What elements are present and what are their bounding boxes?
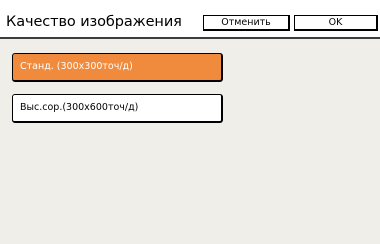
page-title: Качество изображения [6,14,182,30]
cancel-button[interactable]: Отменить [203,15,290,31]
options-panel: Станд. (300x300точ/д) Выс.сор.(300x600то… [0,37,380,244]
option-high-quality[interactable]: Выс.сор.(300x600точ/д) [12,94,223,123]
option-standard-quality[interactable]: Станд. (300x300точ/д) [12,53,223,82]
header-bar: Качество изображения Отменить OK [0,0,380,37]
ok-button[interactable]: OK [294,15,378,31]
